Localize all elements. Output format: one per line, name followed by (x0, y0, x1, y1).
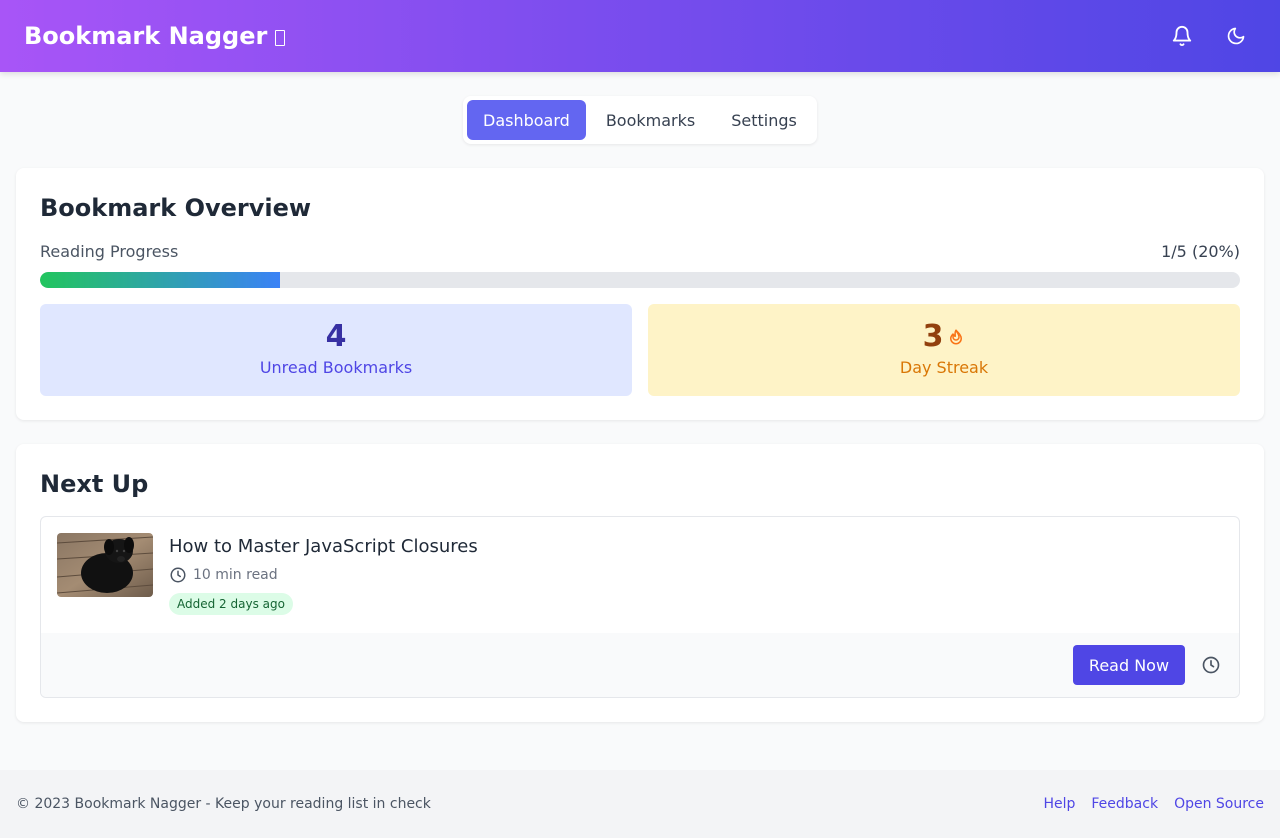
clock-icon (170, 567, 186, 583)
open-source-link[interactable]: Open Source (1174, 796, 1264, 812)
added-badge: Added 2 days ago (169, 593, 293, 615)
progress-fill (40, 272, 280, 288)
read-time: 10 min read (169, 566, 278, 584)
tab-bookmarks[interactable]: Bookmarks (590, 100, 711, 140)
streak-count: 3 (648, 320, 1240, 354)
snooze-clock-icon[interactable] (1201, 655, 1221, 675)
flame-icon (950, 329, 963, 345)
overview-card: Bookmark Overview Reading Progress 1/5 (… (16, 168, 1264, 420)
feedback-link[interactable]: Feedback (1091, 796, 1158, 812)
unread-stat: 4 Unread Bookmarks (40, 304, 632, 396)
next-up-title: Next Up (40, 470, 149, 498)
bookmark-glyph-icon (275, 30, 286, 46)
streak-count-value: 3 (922, 319, 944, 354)
read-time-text: 10 min read (193, 567, 278, 583)
progress-value: 1/5 (20%) (1161, 242, 1240, 261)
bookmark-item: How to Master JavaScript Closures 10 min… (40, 516, 1240, 698)
streak-stat: 3 Day Streak (648, 304, 1240, 396)
tab-settings[interactable]: Settings (715, 100, 813, 140)
next-up-card: Next Up How to Master JavaScript Closure… (16, 444, 1264, 722)
nav-tabs: Dashboard Bookmarks Settings (463, 96, 817, 144)
copyright-text: © 2023 Bookmark Nagger - Keep your readi… (16, 796, 431, 812)
header-actions (1170, 24, 1248, 48)
bell-icon[interactable] (1170, 24, 1194, 48)
moon-icon[interactable] (1224, 24, 1248, 48)
app-header: Bookmark Nagger (0, 0, 1280, 72)
footer-links: Help Feedback Open Source (1043, 796, 1264, 812)
read-now-button[interactable]: Read Now (1073, 645, 1185, 685)
help-link[interactable]: Help (1043, 796, 1075, 812)
bookmark-title[interactable]: How to Master JavaScript Closures (169, 536, 478, 557)
overview-title: Bookmark Overview (40, 194, 312, 222)
unread-label: Unread Bookmarks (259, 358, 413, 377)
item-actions: Read Now (41, 633, 1239, 697)
progress-label: Reading Progress (40, 242, 179, 261)
tab-dashboard[interactable]: Dashboard (467, 100, 586, 140)
footer: © 2023 Bookmark Nagger - Keep your readi… (0, 770, 1280, 838)
brand: Bookmark Nagger (24, 22, 286, 50)
brand-title: Bookmark Nagger (24, 22, 268, 50)
unread-count: 4 (40, 320, 632, 354)
progress-bar (40, 272, 1240, 288)
black-dog-photo (57, 533, 153, 597)
streak-label: Day Streak (899, 358, 989, 377)
unread-count-value: 4 (325, 319, 347, 354)
